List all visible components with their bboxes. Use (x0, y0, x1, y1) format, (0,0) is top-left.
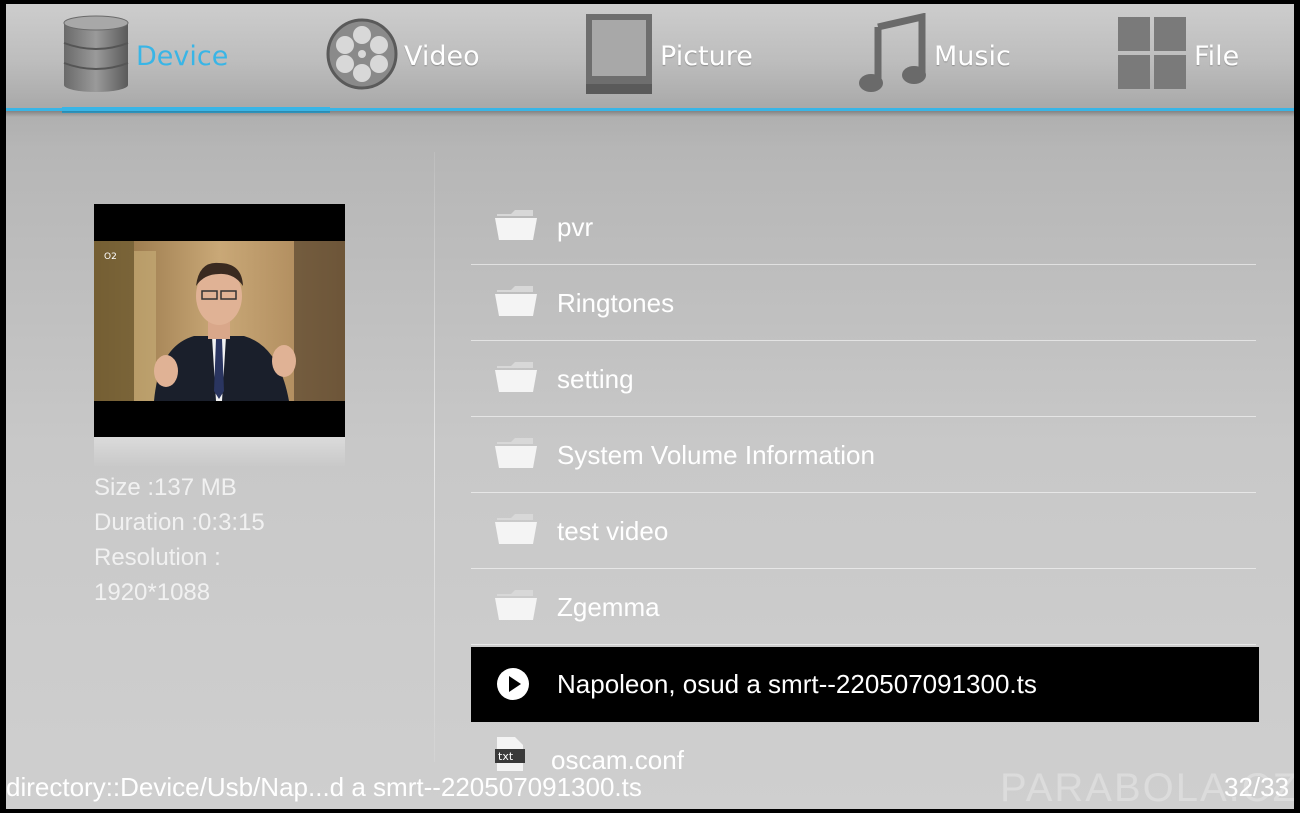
file-list-item[interactable]: pvr (471, 190, 1259, 265)
file-list-item-selected[interactable]: Napoleon, osud a smrt--220507091300.ts (471, 647, 1259, 722)
screen: Device Video Picture Music File O2 Size … (0, 0, 1300, 813)
row-separator (471, 416, 1256, 417)
tab-music[interactable]: Music (858, 4, 1011, 108)
thumbnail-reflection (94, 437, 345, 467)
file-resolution-value: 1920*1088 (94, 579, 211, 606)
svg-text:txt: txt (498, 750, 514, 763)
txt-file-icon: txt (495, 735, 525, 777)
folder-icon (495, 360, 537, 398)
folder-icon (495, 208, 537, 246)
file-list-item[interactable]: System Volume Information (471, 418, 1259, 493)
picture-frame-icon (584, 12, 654, 100)
file-name: pvr (557, 212, 594, 242)
music-note-icon (858, 12, 928, 99)
file-resolution-label: Resolution : (94, 544, 221, 571)
row-separator (471, 264, 1256, 265)
file-list-item[interactable]: setting (471, 342, 1259, 417)
tab-bar: Device Video Picture Music File (6, 4, 1294, 113)
current-directory-path: directory::Device/Usb/Nap...d a smrt--22… (6, 772, 642, 802)
row-separator (471, 340, 1256, 341)
grid-icon (1116, 15, 1188, 97)
file-name: setting (557, 364, 634, 394)
tab-picture[interactable]: Picture (584, 4, 753, 108)
item-count: 32/33 (1224, 772, 1290, 802)
file-list-item[interactable]: Zgemma (471, 570, 1259, 645)
tab-file[interactable]: File (1116, 4, 1239, 108)
file-name: Zgemma (557, 592, 660, 622)
tab-video[interactable]: Video (326, 4, 480, 108)
tab-bar-shadow (6, 111, 1294, 117)
tab-label: File (1194, 40, 1240, 72)
media-browser-app: Device Video Picture Music File O2 Size … (6, 4, 1294, 809)
tab-label: Video (404, 40, 480, 72)
video-preview-image: O2 (94, 241, 345, 401)
svg-text:O2: O2 (104, 252, 117, 262)
database-icon (62, 15, 130, 97)
row-separator (471, 568, 1256, 569)
file-size-label: Size :137 MB (94, 474, 237, 501)
panel-divider (434, 152, 435, 762)
video-preview-thumbnail: O2 (94, 204, 345, 437)
file-list-item[interactable]: Ringtones (471, 266, 1259, 341)
file-list-item[interactable]: test video (471, 494, 1259, 569)
film-reel-icon (326, 15, 398, 97)
tab-label: Device (136, 40, 229, 72)
file-duration-label: Duration :0:3:15 (94, 509, 265, 536)
folder-icon (495, 512, 537, 550)
file-name: Ringtones (557, 288, 675, 318)
folder-icon (495, 436, 537, 474)
tab-label: Music (934, 40, 1011, 72)
row-separator (471, 492, 1256, 493)
folder-icon (495, 588, 537, 626)
tab-device[interactable]: Device (62, 4, 330, 113)
file-name: System Volume Information (557, 440, 875, 470)
file-name: Napoleon, osud a smrt--220507091300.ts (557, 669, 1037, 699)
play-icon (495, 666, 531, 706)
folder-icon (495, 284, 537, 322)
file-name: test video (557, 516, 669, 546)
row-separator (471, 644, 1256, 645)
tab-label: Picture (660, 40, 753, 72)
